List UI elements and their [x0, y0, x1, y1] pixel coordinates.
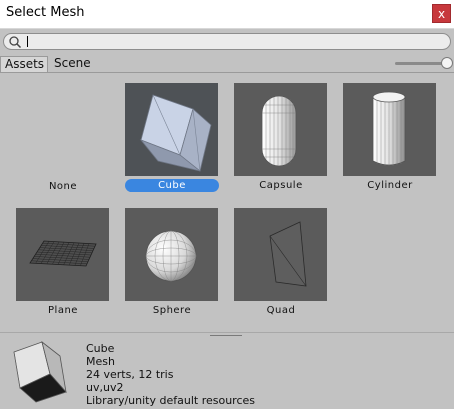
text-caret: [27, 36, 28, 47]
quad-thumbnail: [234, 208, 327, 301]
item-quad[interactable]: Quad: [226, 198, 336, 316]
tab-scene[interactable]: Scene: [50, 56, 94, 72]
item-label: Cube: [125, 179, 219, 192]
item-cylinder[interactable]: Cylinder: [335, 73, 445, 191]
quad-mesh-icon: [269, 221, 307, 287]
capsule-mesh-icon: [261, 95, 297, 167]
search-bar: [0, 29, 454, 55]
cube-thumbnail: [125, 83, 218, 176]
asset-path: Library/unity default resources: [86, 394, 255, 407]
close-button[interactable]: x: [432, 4, 451, 23]
cylinder-thumbnail: [343, 83, 436, 176]
search-icon: [9, 36, 22, 49]
cube-preview-icon: [13, 340, 67, 403]
mesh-stats: 24 verts, 12 tris: [86, 368, 174, 381]
details-text: Cube Mesh 24 verts, 12 tris uv,uv2 Libra…: [86, 342, 255, 407]
item-sphere[interactable]: Sphere: [117, 198, 227, 316]
item-label: Cylinder: [367, 180, 413, 191]
tabs-row: Assets Scene: [0, 55, 454, 73]
asset-grid: None Cube Capsule Cylinder Plane Sphere …: [0, 73, 454, 332]
item-label: Capsule: [259, 180, 303, 191]
close-icon: x: [437, 7, 446, 21]
plane-mesh-icon: [29, 240, 97, 267]
asset-type: Mesh: [86, 355, 115, 368]
search-input[interactable]: [24, 35, 444, 48]
zoom-slider[interactable]: [395, 62, 447, 65]
item-label: Sphere: [152, 305, 192, 316]
item-label: Plane: [48, 305, 78, 316]
item-plane[interactable]: Plane: [8, 198, 118, 316]
uv-channels: uv,uv2: [86, 381, 124, 394]
search-field[interactable]: [3, 33, 451, 50]
window-title: Select Mesh: [6, 5, 85, 20]
sphere-mesh-icon: [145, 230, 197, 282]
sphere-thumbnail: [125, 208, 218, 301]
mesh-name: Cube: [86, 342, 115, 355]
item-label: Quad: [266, 305, 296, 316]
item-cube[interactable]: Cube: [117, 73, 227, 192]
item-capsule[interactable]: Capsule: [226, 73, 336, 191]
tab-assets[interactable]: Assets: [0, 56, 48, 72]
title-bar: Select Mesh x: [0, 0, 454, 29]
cylinder-mesh-icon: [372, 91, 406, 166]
plane-thumbnail: [16, 208, 109, 301]
cube-mesh-icon: [139, 94, 212, 172]
item-none[interactable]: None: [8, 73, 118, 192]
details-panel: Cube Mesh 24 verts, 12 tris uv,uv2 Libra…: [0, 340, 454, 409]
capsule-thumbnail: [234, 83, 327, 176]
zoom-slider-thumb[interactable]: [441, 57, 453, 69]
item-label: None: [48, 181, 78, 192]
